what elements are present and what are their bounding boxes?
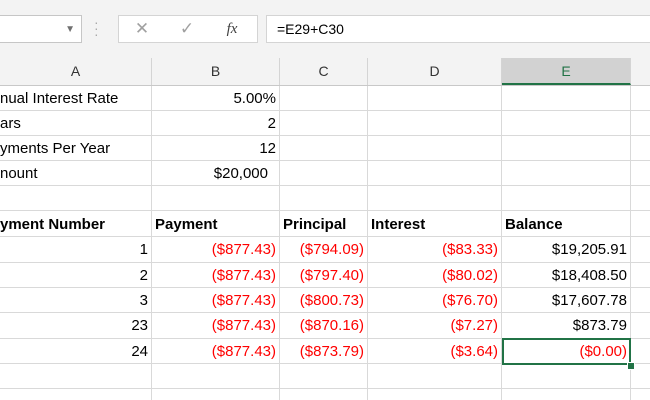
cell-b-payments[interactable]: 12 [152,136,280,161]
table-row-3-number[interactable]: 3 [0,288,152,313]
table-row-24-number[interactable]: 24 [0,339,152,364]
table-row-3-interest[interactable]: ($76.70) [368,288,502,313]
table-row-3-payment[interactable]: ($877.43) [152,288,280,313]
cell-a-interest-rate-label[interactable]: nual Interest Rate [0,86,151,111]
cell-b-years[interactable]: 2 [152,111,280,136]
fill-handle[interactable] [627,362,635,370]
column-header-d[interactable]: D [368,58,502,85]
cell-b-interest-rate[interactable]: 5.00% [152,86,280,111]
active-cell-selection[interactable] [502,338,631,365]
table-row-24-principal[interactable]: ($873.79) [280,339,368,364]
table-row-1-payment[interactable]: ($877.43) [152,237,280,262]
grip-icon[interactable]: · · · [94,15,99,41]
table-row-24-payment[interactable]: ($877.43) [152,339,280,364]
name-box[interactable]: ▼ [0,15,82,43]
table-row-2-number[interactable]: 2 [0,263,152,288]
formula-input[interactable]: =E29+C30 [266,15,650,43]
table-row-2-interest[interactable]: ($80.02) [368,263,502,288]
header-payment[interactable]: Payment [152,212,280,237]
table-row-2-balance[interactable]: $18,408.50 [502,263,631,288]
column-headers: A B C D E [0,58,650,86]
header-payment-number[interactable]: yment Number [0,212,151,237]
column-header-b[interactable]: B [152,58,280,85]
table-row-2-principal[interactable]: ($797.40) [280,263,368,288]
cell-a-payments-label[interactable]: yments Per Year [0,136,151,161]
table-row-23-number[interactable]: 23 [0,313,152,338]
column-header-e[interactable]: E [502,58,631,85]
table-row-23-balance[interactable]: $873.79 [502,313,631,338]
check-icon[interactable]: ✓ [174,19,200,39]
table-row-23-payment[interactable]: ($877.43) [152,313,280,338]
table-row-1-principal[interactable]: ($794.09) [280,237,368,262]
table-row-2-payment[interactable]: ($877.43) [152,263,280,288]
table-row-23-interest[interactable]: ($7.27) [368,313,502,338]
formula-bar-area: ▼ · · · ✕ ✓ fx =E29+C30 [0,0,650,58]
column-header-a[interactable]: A [0,58,152,85]
table-row-23-principal[interactable]: ($870.16) [280,313,368,338]
table-row-3-balance[interactable]: $17,607.78 [502,288,631,313]
cell-a-amount-label[interactable]: nount [0,161,151,186]
formula-buttons: ✕ ✓ fx [118,15,258,43]
table-row-24-interest[interactable]: ($3.64) [368,339,502,364]
cell-a-years-label[interactable]: ars [0,111,151,136]
close-icon[interactable]: ✕ [129,19,155,39]
table-row-3-principal[interactable]: ($800.73) [280,288,368,313]
column-header-c[interactable]: C [280,58,368,85]
column-header-f[interactable] [631,58,650,85]
header-principal[interactable]: Principal [280,212,368,237]
cell-grid[interactable]: nual Interest Rate 5.00% ars 2 yments Pe… [0,86,650,400]
table-row-1-balance[interactable]: $19,205.91 [502,237,631,262]
insert-function-icon[interactable]: fx [219,19,245,39]
chevron-down-icon[interactable]: ▼ [65,24,75,35]
table-row-1-interest[interactable]: ($83.33) [368,237,502,262]
header-balance[interactable]: Balance [502,212,631,237]
cell-b-amount[interactable]: $20,000 [152,161,280,186]
table-row-1-number[interactable]: 1 [0,237,152,262]
header-interest[interactable]: Interest [368,212,502,237]
